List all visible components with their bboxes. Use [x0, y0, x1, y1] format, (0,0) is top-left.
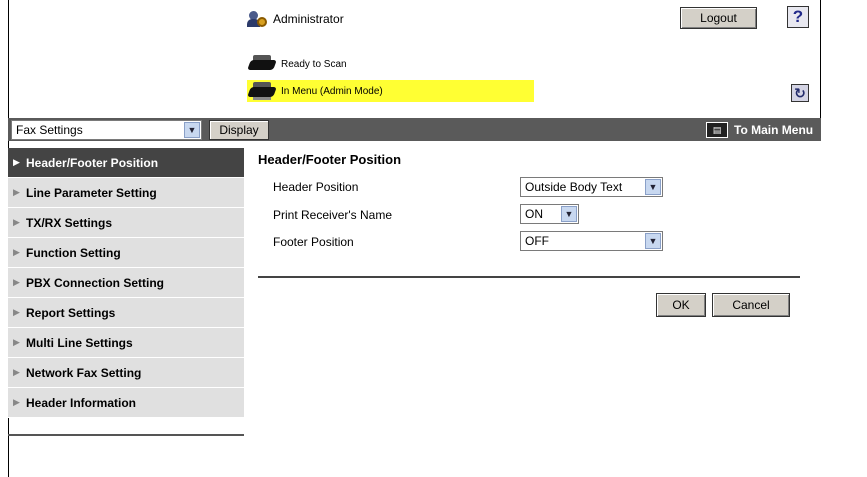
- sidebar-item-network-fax-setting[interactable]: ▶ Network Fax Setting: [8, 358, 244, 388]
- main-menu-link[interactable]: To Main Menu: [734, 123, 813, 137]
- scan-status-label: Ready to Scan: [281, 58, 347, 70]
- scan-status: Ready to Scan: [247, 54, 347, 74]
- menu-status: In Menu (Admin Mode): [247, 80, 534, 102]
- sidebar-item-label: TX/RX Settings: [26, 215, 113, 230]
- header-position-select[interactable]: Outside Body Text ▼: [520, 177, 663, 197]
- footer-position-label: Footer Position: [273, 235, 354, 249]
- sidebar-item-line-parameter-setting[interactable]: ▶ Line Parameter Setting: [8, 178, 244, 208]
- triangle-right-icon: ▶: [13, 157, 20, 167]
- main-menu-icon[interactable]: ▤: [706, 122, 728, 138]
- chevron-down-icon: ▼: [645, 179, 661, 195]
- sidebar-divider: [8, 434, 244, 436]
- sidebar-item-header-footer-position[interactable]: ▶ Header/Footer Position: [8, 148, 244, 178]
- print-receiver-name-value: ON: [525, 207, 543, 221]
- footer-position-value: OFF: [525, 234, 549, 248]
- header-position-value: Outside Body Text: [525, 180, 623, 194]
- refresh-icon[interactable]: ↻: [791, 84, 809, 102]
- sidebar-item-label: Header/Footer Position: [26, 155, 159, 170]
- chevron-down-icon: ▼: [645, 233, 661, 249]
- header-position-label: Header Position: [273, 180, 359, 194]
- category-select-value: Fax Settings: [16, 123, 83, 137]
- sidebar-item-function-setting[interactable]: ▶ Function Setting: [8, 238, 244, 268]
- logout-button[interactable]: Logout: [680, 7, 757, 29]
- triangle-right-icon: ▶: [13, 187, 20, 197]
- sidebar: ▶ Header/Footer Position ▶ Line Paramete…: [8, 148, 244, 418]
- sidebar-item-report-settings[interactable]: ▶ Report Settings: [8, 298, 244, 328]
- sidebar-item-multi-line-settings[interactable]: ▶ Multi Line Settings: [8, 328, 244, 358]
- ok-button[interactable]: OK: [656, 293, 706, 317]
- footer-position-select[interactable]: OFF ▼: [520, 231, 663, 251]
- triangle-right-icon: ▶: [13, 337, 20, 347]
- right-frame-border: [820, 0, 821, 118]
- menu-status-label: In Menu (Admin Mode): [281, 85, 383, 97]
- content-divider: [258, 276, 800, 278]
- category-select[interactable]: Fax Settings ▼: [11, 120, 202, 140]
- triangle-right-icon: ▶: [13, 367, 20, 377]
- sidebar-item-label: PBX Connection Setting: [26, 275, 164, 290]
- printer-icon: [247, 54, 277, 74]
- sidebar-item-label: Report Settings: [26, 305, 116, 320]
- sidebar-item-label: Header Information: [26, 395, 137, 410]
- printer-status-icon: [247, 81, 277, 101]
- triangle-right-icon: ▶: [13, 307, 20, 317]
- triangle-right-icon: ▶: [13, 277, 20, 287]
- help-button[interactable]: ?: [787, 6, 809, 28]
- sidebar-item-label: Line Parameter Setting: [26, 185, 157, 200]
- triangle-right-icon: ▶: [13, 217, 20, 227]
- page-title: Header/Footer Position: [258, 152, 402, 167]
- display-button[interactable]: Display: [209, 120, 269, 140]
- cancel-button[interactable]: Cancel: [712, 293, 790, 317]
- sidebar-item-header-information[interactable]: ▶ Header Information: [8, 388, 244, 418]
- sidebar-item-tx-rx-settings[interactable]: ▶ TX/RX Settings: [8, 208, 244, 238]
- sidebar-item-label: Function Setting: [26, 245, 121, 260]
- sidebar-item-pbx-connection-setting[interactable]: ▶ PBX Connection Setting: [8, 268, 244, 298]
- user-info: Administrator: [247, 10, 344, 28]
- triangle-right-icon: ▶: [13, 247, 20, 257]
- chevron-down-icon: ▼: [184, 122, 200, 138]
- administrator-icon: [247, 10, 267, 28]
- chevron-down-icon: ▼: [561, 206, 577, 222]
- user-label: Administrator: [273, 12, 344, 26]
- sidebar-item-label: Network Fax Setting: [26, 365, 142, 380]
- triangle-right-icon: ▶: [13, 397, 20, 407]
- print-receiver-name-label: Print Receiver's Name: [273, 208, 392, 222]
- print-receiver-name-select[interactable]: ON ▼: [520, 204, 579, 224]
- sidebar-item-label: Multi Line Settings: [26, 335, 133, 350]
